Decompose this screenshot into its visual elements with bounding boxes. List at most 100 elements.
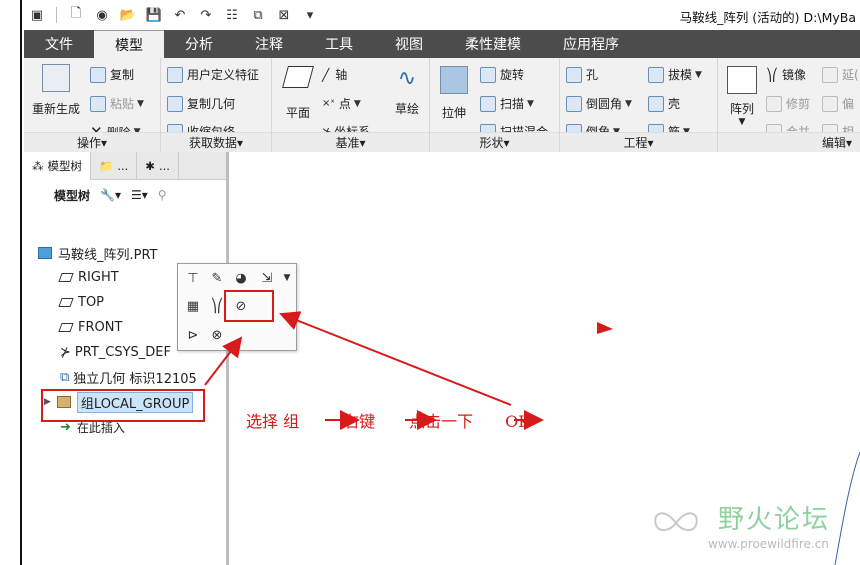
datum-plane-icon <box>58 322 74 332</box>
undo-icon[interactable]: ↶ <box>170 5 190 25</box>
app-menu-icon[interactable]: ▣ <box>27 5 47 25</box>
window-left-border <box>0 0 22 565</box>
redo-icon[interactable]: ↷ <box>196 5 216 25</box>
regenerate-button[interactable]: 重新生成 <box>30 64 82 117</box>
extend-icon <box>822 66 838 83</box>
datum-plane-icon <box>58 297 74 307</box>
pattern-icon[interactable]: ▦ <box>184 297 202 315</box>
part-icon <box>38 247 52 259</box>
mirror-icon: ⎞⎛ <box>766 67 778 82</box>
references-icon[interactable]: ⇲ <box>258 269 276 287</box>
group-label-operations[interactable]: 操作▾ <box>24 132 160 152</box>
tree-item-front[interactable]: FRONT <box>58 316 123 338</box>
tree-settings-icon[interactable]: 🔧▾ <box>100 188 121 202</box>
hole-button[interactable]: 孔 <box>566 66 598 83</box>
paste-button[interactable]: 粘贴 ▼ <box>90 95 144 112</box>
tree-item-csys[interactable]: ⊁ PRT_CSYS_DEF <box>60 341 171 363</box>
show-icon[interactable]: ☰▾ <box>131 188 148 202</box>
watermark: 野火论坛 www.proewildfire.cn <box>650 495 860 557</box>
extend-button[interactable]: 延( <box>822 66 859 83</box>
draft-button[interactable]: 拔模 ▼ <box>648 66 702 83</box>
panel-tabs: ⁂ 模型树 📁... ✱... <box>24 152 226 180</box>
chevron-down-icon[interactable]: ▼ <box>278 269 296 287</box>
tab-applications[interactable]: 应用程序 <box>542 30 640 58</box>
chevron-down-icon: ▼ <box>695 69 702 80</box>
shell-button[interactable]: 壳 <box>648 95 680 112</box>
group-label-engineering[interactable]: 工程▾ <box>560 132 717 152</box>
copy-geometry-button[interactable]: 复制几何 <box>167 95 235 112</box>
tab-flexible-modeling[interactable]: 柔性建模 <box>444 30 542 58</box>
tree-item-front-label: FRONT <box>78 319 123 335</box>
watermark-url: www.proewildfire.cn <box>708 537 829 551</box>
group-label-datum[interactable]: 基准▾ <box>272 132 429 152</box>
dimension-icon[interactable]: ⊤ <box>184 269 202 287</box>
tab-favorites-label: ... <box>158 159 170 173</box>
new-file-icon[interactable]: 🗋 <box>66 5 86 25</box>
axis-button[interactable]: ╱ 轴 <box>322 66 347 83</box>
tree-root-part[interactable]: 马鞍线_阵列.PRT <box>38 242 158 264</box>
point-button[interactable]: ×ˣ 点 ▼ <box>322 95 361 112</box>
annotation-instructions: 选择 组 右键 点击一下 OK <box>246 408 536 432</box>
annotation-step-4: OK <box>505 412 531 431</box>
folder-icon[interactable]: 📂 <box>118 5 138 25</box>
shell-icon <box>648 95 664 112</box>
group-label-shapes[interactable]: 形状▾ <box>430 132 559 152</box>
round-icon <box>566 95 582 112</box>
appearance-icon[interactable]: ◕ <box>232 269 250 287</box>
tab-model-tree[interactable]: ⁂ 模型树 <box>24 152 91 180</box>
user-defined-feature-button[interactable]: 用户定义特征 <box>167 66 259 83</box>
tab-model[interactable]: 模型 <box>94 30 164 58</box>
tab-folder-browser[interactable]: 📁... <box>91 152 138 180</box>
tab-view[interactable]: 视图 <box>374 30 444 58</box>
tree-item-top[interactable]: TOP <box>58 291 105 313</box>
sketch-button[interactable]: ∿ 草绘 <box>388 66 426 117</box>
csys-icon: ⊁ <box>60 344 71 360</box>
tab-file[interactable]: 文件 <box>24 30 94 58</box>
offset-label: 偏 <box>842 97 855 111</box>
group-shapes: 拉伸 旋转 扫描▼ 扫描混合 形状▾ <box>430 58 560 152</box>
plane-label: 平面 <box>285 106 310 120</box>
group-engineering: 孔 倒圆角▼ 倒角▼ 拔模▼ 壳 筋▼ 工程▾ <box>560 58 718 152</box>
open-icon[interactable]: ◉ <box>92 5 112 25</box>
offset-button[interactable]: 偏 <box>822 95 854 112</box>
tree-item-right[interactable]: RIGHT <box>58 266 119 288</box>
model-tree-toolbar-label: 模型树 <box>54 188 91 203</box>
copy-geometry-icon <box>167 95 183 112</box>
tree-item-top-label: TOP <box>78 294 105 310</box>
tab-tools[interactable]: 工具 <box>304 30 374 58</box>
mirror-button[interactable]: ⎞⎛ 镜像 <box>766 66 806 83</box>
copy-button[interactable]: 复制 <box>90 66 134 83</box>
trim-button[interactable]: 修剪 <box>766 95 810 112</box>
ribbon: 重新生成 复制 粘贴▼ ✕删除▼ 操作▾ 用户定义特征 复制几何 收缩包络 获取… <box>24 58 860 152</box>
group-label-get-data[interactable]: 获取数据▾ <box>161 132 271 152</box>
regenerate-icon[interactable]: ☷ <box>222 5 242 25</box>
extrude-button[interactable]: 拉伸 <box>434 66 474 121</box>
tab-favorites[interactable]: ✱... <box>137 152 179 180</box>
group-label-editing[interactable]: 编辑▾ <box>718 132 860 152</box>
suppress-icon[interactable]: ⊳ <box>184 326 202 344</box>
group-get-data: 用户定义特征 复制几何 收缩包络 获取数据▾ <box>161 58 272 152</box>
annotation-step-1: 选择 组 <box>246 412 300 431</box>
sketch-label: 草绘 <box>394 102 419 116</box>
tree-item-independent-geometry[interactable]: ⧉ 独立几何 标识12105 <box>60 366 197 388</box>
tab-analysis[interactable]: 分析 <box>164 30 234 58</box>
revolve-label: 旋转 <box>500 68 525 82</box>
trim-label: 修剪 <box>786 97 811 111</box>
tab-annotate[interactable]: 注释 <box>234 30 304 58</box>
pointer-marker-icon <box>597 322 613 334</box>
customize-dropdown-icon[interactable]: ▾ <box>300 5 320 25</box>
pattern-button[interactable]: 阵列 ▼ <box>722 66 762 127</box>
plane-button[interactable]: 平面 <box>278 66 318 121</box>
edit-definition-icon[interactable]: ✎ <box>208 269 226 287</box>
sweep-button[interactable]: 扫描 ▼ <box>480 95 534 112</box>
close-window-icon[interactable]: ⊠ <box>274 5 294 25</box>
watermark-title: 野火论坛 <box>718 505 831 535</box>
filter-icon[interactable]: ⚲ <box>158 188 167 202</box>
windows-icon[interactable]: ⧉ <box>248 5 268 25</box>
model-tree-toolbar: 模型树 🔧▾ ☰▾ ⚲ <box>24 180 226 210</box>
round-button[interactable]: 倒圆角 ▼ <box>566 95 632 112</box>
datum-plane-icon <box>58 272 74 282</box>
hide-icon[interactable]: ⊗ <box>208 326 226 344</box>
revolve-button[interactable]: 旋转 <box>480 66 524 83</box>
save-icon[interactable]: 💾 <box>144 5 164 25</box>
